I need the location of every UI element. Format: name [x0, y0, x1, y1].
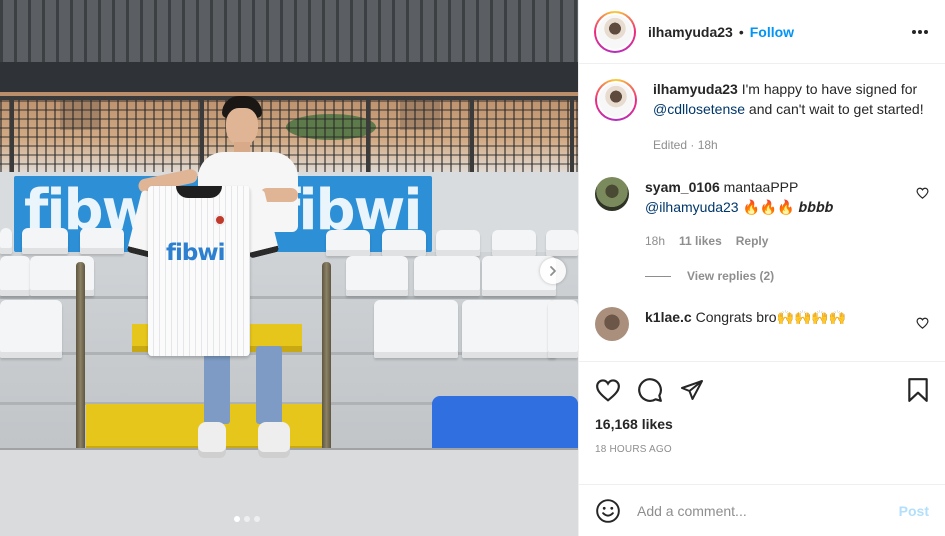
railing-pole: [76, 262, 85, 452]
add-comment-bar: Post: [579, 484, 945, 536]
player-sneaker: [258, 422, 290, 458]
caption-username[interactable]: ilhamyuda23: [653, 81, 738, 97]
comment-meta: 18h 11 likes Reply: [645, 231, 833, 251]
comment-username[interactable]: k1lae.c: [645, 309, 692, 325]
avatar[interactable]: [594, 10, 636, 53]
header-username[interactable]: ilhamyuda23: [648, 24, 733, 40]
player-sneaker: [198, 422, 226, 458]
post-actions-section: 16,168 likes 18 HOURS AGO: [579, 361, 945, 455]
roof-beam: [0, 62, 578, 92]
comment-time: 18h: [645, 234, 666, 248]
heart-icon: [596, 379, 620, 402]
stadium-seat: [382, 230, 426, 256]
avatar[interactable]: [595, 79, 637, 121]
comment-likes[interactable]: 11 likes: [679, 231, 722, 251]
caption: ilhamyuda23 I'm happy to have signed for…: [595, 79, 929, 155]
stadium-seat: [414, 256, 480, 296]
stadium-seat: [22, 228, 68, 254]
chevron-right-icon: [550, 266, 556, 276]
heart-icon: [916, 317, 929, 329]
carousel-next-button[interactable]: [540, 258, 566, 284]
carousel-dot: [254, 516, 260, 522]
comment-mention[interactable]: @ilhamyuda23: [645, 199, 739, 215]
stadium-seat: [0, 300, 62, 358]
stadium-seat: [546, 230, 578, 256]
avatar-image: [596, 12, 634, 51]
comment-button[interactable]: [637, 377, 663, 403]
post-comment-button[interactable]: Post: [899, 503, 929, 519]
caption-text-end: and can't wait to get started!: [745, 101, 924, 117]
comment-username[interactable]: syam_0106: [645, 179, 720, 195]
share-icon: [681, 380, 703, 400]
comment: syam_0106 mantaaPPP @ilhamyuda23 🔥🔥🔥 𝒃𝒃𝒃…: [595, 177, 929, 251]
comment: k1lae.c Congrats bro🙌🙌🙌🙌: [595, 307, 929, 341]
share-button[interactable]: [679, 378, 705, 402]
heart-icon: [916, 187, 929, 199]
carousel-dot: [244, 516, 250, 522]
post-photo[interactable]: fibwi fibwi fibwi: [0, 0, 578, 536]
bookmark-icon: [908, 378, 928, 402]
railing-pole: [322, 262, 331, 452]
stadium-seat: [0, 256, 30, 296]
comment-body: syam_0106 mantaaPPP @ilhamyuda23 🔥🔥🔥 𝒃𝒃𝒃…: [645, 177, 833, 251]
caption-mention[interactable]: @cdllosetense: [653, 101, 745, 117]
player-face: [226, 108, 258, 146]
more-horizontal-icon: [912, 29, 928, 34]
comment-like-button[interactable]: [916, 187, 929, 199]
stadium-seat: [462, 300, 556, 358]
emoji-icon: [596, 498, 620, 523]
comment-icon: [638, 378, 662, 402]
stadium-seat: [0, 228, 12, 254]
action-bar: [595, 362, 929, 418]
stadium-seat: [436, 230, 480, 256]
follow-button[interactable]: Follow: [750, 24, 794, 40]
view-replies-label: View replies (2): [687, 269, 775, 283]
comment-text: mantaaPPP: [719, 179, 799, 195]
like-button[interactable]: [595, 378, 621, 402]
stadium-seat: [326, 230, 370, 256]
carousel-indicator: [234, 516, 260, 522]
stadium-seat: [374, 300, 458, 358]
reply-button[interactable]: Reply: [736, 231, 769, 251]
fence-post: [366, 96, 370, 176]
caption-meta: Edited · 18h: [653, 135, 929, 155]
caption-text: I'm happy to have signed for: [737, 81, 918, 97]
replies-line: [645, 275, 671, 277]
post-side-panel: ilhamyuda23 • Follow ilhamyuda23 I'm hap…: [578, 0, 945, 536]
avatar-image: [597, 81, 635, 119]
comment-text: Congrats bro🙌🙌🙌🙌: [691, 309, 847, 325]
avatar[interactable]: [595, 307, 629, 341]
fence-post: [10, 96, 14, 176]
comment-text-suffix: 🔥🔥🔥 𝒃𝒃𝒃𝒃: [738, 199, 834, 215]
jersey-sponsor: fibwi: [166, 240, 225, 266]
more-options-button[interactable]: [911, 29, 929, 35]
player-jeans: [256, 346, 282, 424]
comment-input[interactable]: [637, 502, 899, 519]
instagram-post: fibwi fibwi fibwi ilhamyuda23 • Follow i…: [0, 0, 945, 536]
stadium-seat: [492, 230, 536, 256]
edited-timestamp: Edited · 18h: [653, 138, 718, 152]
comments-section[interactable]: ilhamyuda23 I'm happy to have signed for…: [579, 65, 945, 361]
comment-like-button[interactable]: [916, 317, 929, 329]
avatar[interactable]: [595, 177, 629, 211]
carousel-dot-active: [234, 516, 240, 522]
stadium-seat: [80, 228, 124, 254]
jersey-collar: [176, 186, 222, 198]
likes-count[interactable]: 16,168 likes: [595, 416, 929, 432]
club-crest: [214, 214, 226, 226]
comment-body: k1lae.c Congrats bro🙌🙌🙌🙌: [645, 307, 846, 341]
jersey: [148, 186, 250, 356]
fence-post: [470, 96, 474, 176]
save-button[interactable]: [907, 377, 929, 403]
fence-post: [570, 96, 574, 176]
post-header: ilhamyuda23 • Follow: [579, 0, 945, 64]
emoji-button[interactable]: [595, 498, 621, 524]
view-replies-button[interactable]: View replies (2): [645, 269, 929, 283]
post-timestamp: 18 HOURS AGO: [595, 444, 672, 455]
player-jeans: [204, 346, 230, 424]
separator-dot: •: [738, 23, 744, 40]
stadium-seat: [346, 256, 408, 296]
caption-body: ilhamyuda23 I'm happy to have signed for…: [653, 79, 929, 155]
stadium-seat: [548, 300, 578, 358]
